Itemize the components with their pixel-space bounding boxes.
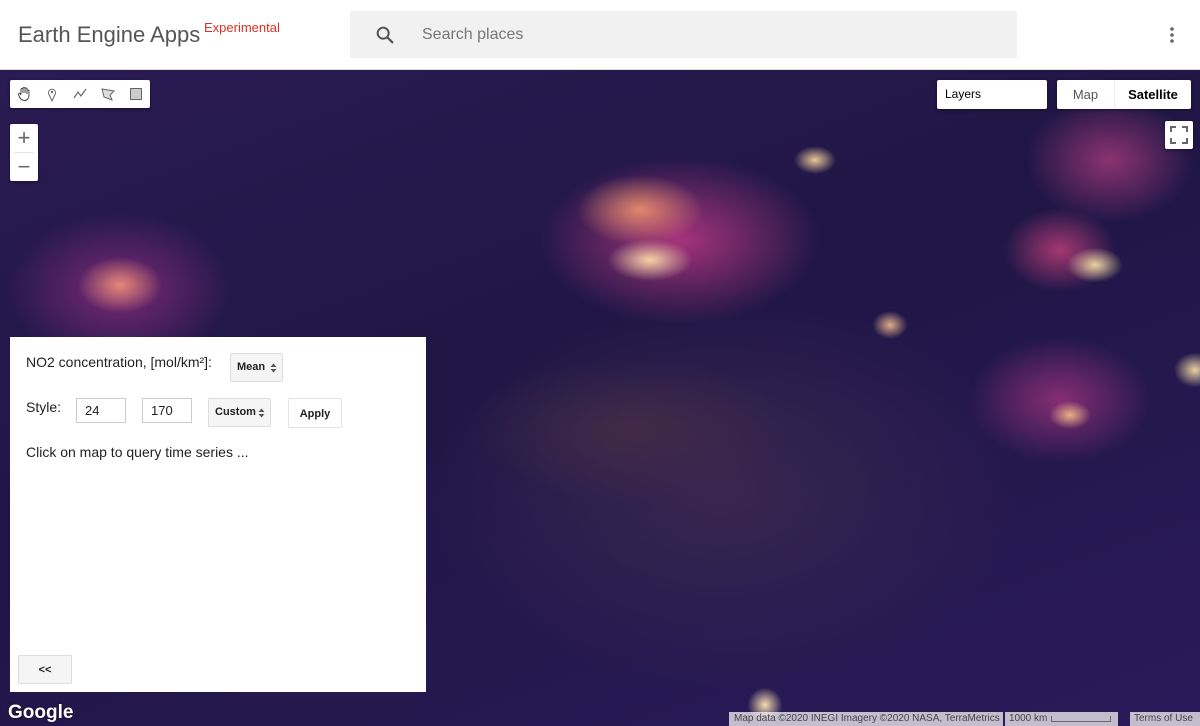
collapse-panel-button[interactable]: <<: [18, 655, 72, 684]
app-header: Earth Engine Apps Experimental: [0, 0, 1200, 70]
map-type-map-button[interactable]: Map: [1057, 80, 1115, 109]
style-max-input[interactable]: [142, 398, 192, 423]
fullscreen-icon: [1170, 126, 1188, 144]
scale-bar[interactable]: 1000 km: [1005, 712, 1118, 726]
zoom-in-button[interactable]: +: [10, 124, 38, 152]
apply-button[interactable]: Apply: [288, 398, 342, 428]
map-attribution[interactable]: Map data ©2020 INEGI Imagery ©2020 NASA,…: [729, 712, 1003, 726]
select-arrows-icon: [270, 363, 277, 373]
palette-select-value: Custom: [215, 406, 256, 418]
palette-select[interactable]: Custom: [208, 398, 271, 427]
map-type-satellite-button[interactable]: Satellite: [1115, 80, 1191, 109]
scale-bar-graphic: [1051, 716, 1111, 722]
control-panel: NO2 concentration, [mol/km²]: Mean Style…: [10, 337, 426, 692]
reducer-select-value: Mean: [237, 361, 266, 373]
app-title[interactable]: Earth Engine Apps: [18, 22, 200, 48]
pin-icon[interactable]: [38, 80, 66, 108]
drawing-toolbar: [10, 80, 150, 108]
style-label: Style:: [26, 399, 62, 415]
fullscreen-button[interactable]: [1165, 121, 1193, 149]
scale-label: 1000 km: [1009, 713, 1048, 724]
polygon-icon[interactable]: [94, 80, 122, 108]
style-min-input[interactable]: [76, 398, 126, 423]
zoom-out-button[interactable]: −: [10, 153, 38, 181]
rectangle-icon[interactable]: [122, 80, 150, 108]
reducer-select[interactable]: Mean: [230, 353, 283, 382]
hand-icon[interactable]: [10, 80, 38, 108]
search-input[interactable]: [410, 11, 1010, 58]
search-icon[interactable]: [374, 24, 396, 46]
select-arrows-icon: [258, 408, 265, 418]
concentration-label: NO2 concentration, [mol/km²]:: [26, 354, 212, 370]
query-hint-text: Click on map to query time series ...: [26, 444, 249, 460]
map-type-control: Map Satellite: [1057, 80, 1191, 109]
google-logo[interactable]: Google: [8, 702, 73, 724]
zoom-control: + −: [10, 124, 38, 181]
experimental-badge: Experimental: [204, 20, 280, 35]
layers-dropdown[interactable]: Layers: [937, 80, 1047, 109]
terms-of-use-link[interactable]: Terms of Use: [1130, 712, 1200, 726]
line-icon[interactable]: [66, 80, 94, 108]
more-vert-icon[interactable]: [1162, 25, 1182, 45]
